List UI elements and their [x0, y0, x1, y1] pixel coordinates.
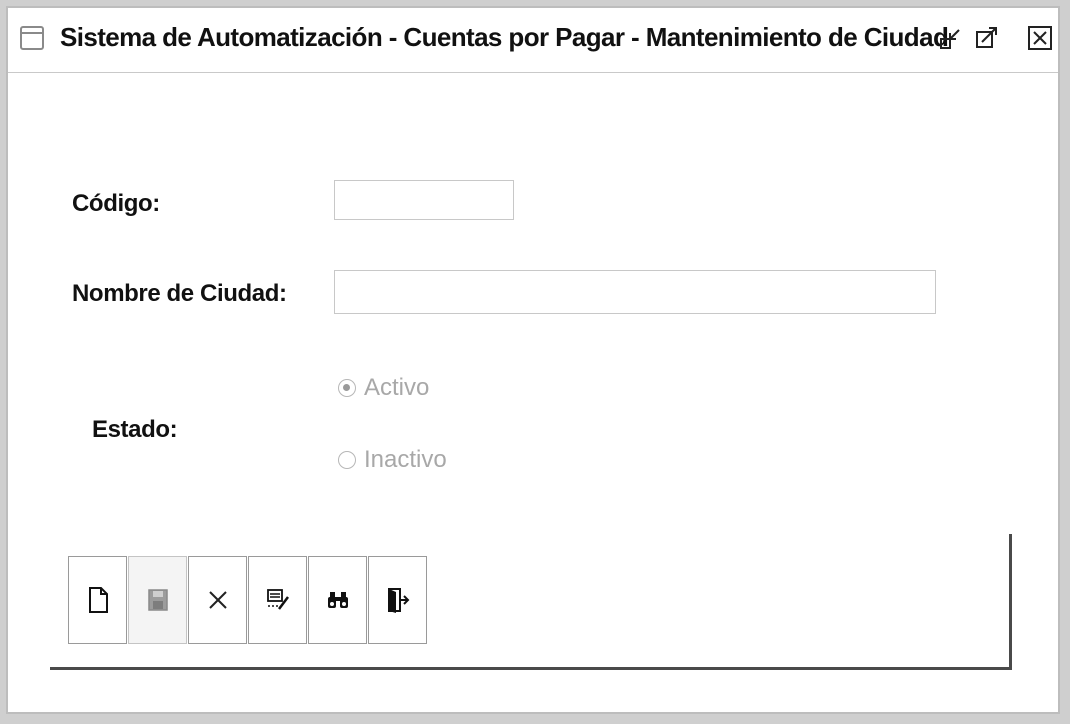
delete-button[interactable] [188, 556, 247, 644]
new-document-icon [88, 587, 108, 613]
radio-inactivo[interactable]: Inactivo [338, 446, 447, 474]
codigo-label: Código: [72, 190, 160, 217]
save-icon [147, 589, 168, 611]
exit-door-icon [387, 588, 409, 613]
codigo-input[interactable] [334, 180, 514, 220]
edit-icon [266, 589, 289, 610]
edit-button[interactable] [248, 556, 307, 644]
estado-label: Estado: [92, 416, 178, 443]
save-button[interactable] [128, 556, 187, 644]
new-button[interactable] [68, 556, 127, 644]
close-icon [1028, 26, 1052, 50]
search-button[interactable] [308, 556, 367, 644]
minimize-icon [940, 29, 960, 49]
radio-activo-label: Activo [364, 374, 430, 401]
maximize-icon [976, 27, 997, 48]
window-title: Sistema de Automatización - Cuentas por … [60, 22, 949, 52]
exit-button[interactable] [368, 556, 427, 644]
nombre-ciudad-input[interactable] [334, 270, 936, 314]
toolbar [68, 556, 428, 644]
close-button[interactable] [1026, 24, 1054, 52]
radio-inactivo-label: Inactivo [364, 446, 447, 473]
nombre-ciudad-label: Nombre de Ciudad: [72, 280, 287, 307]
minimize-button[interactable] [938, 24, 966, 52]
search-binoculars-icon [327, 592, 348, 608]
window-icon [20, 26, 44, 50]
radio-activo[interactable]: Activo [338, 374, 429, 402]
delete-icon [208, 591, 227, 609]
maximize-button[interactable] [974, 24, 1002, 52]
title-bar: Sistema de Automatización - Cuentas por … [8, 8, 1058, 73]
radio-inactivo-indicator[interactable] [338, 451, 356, 469]
radio-activo-indicator[interactable] [338, 379, 356, 397]
